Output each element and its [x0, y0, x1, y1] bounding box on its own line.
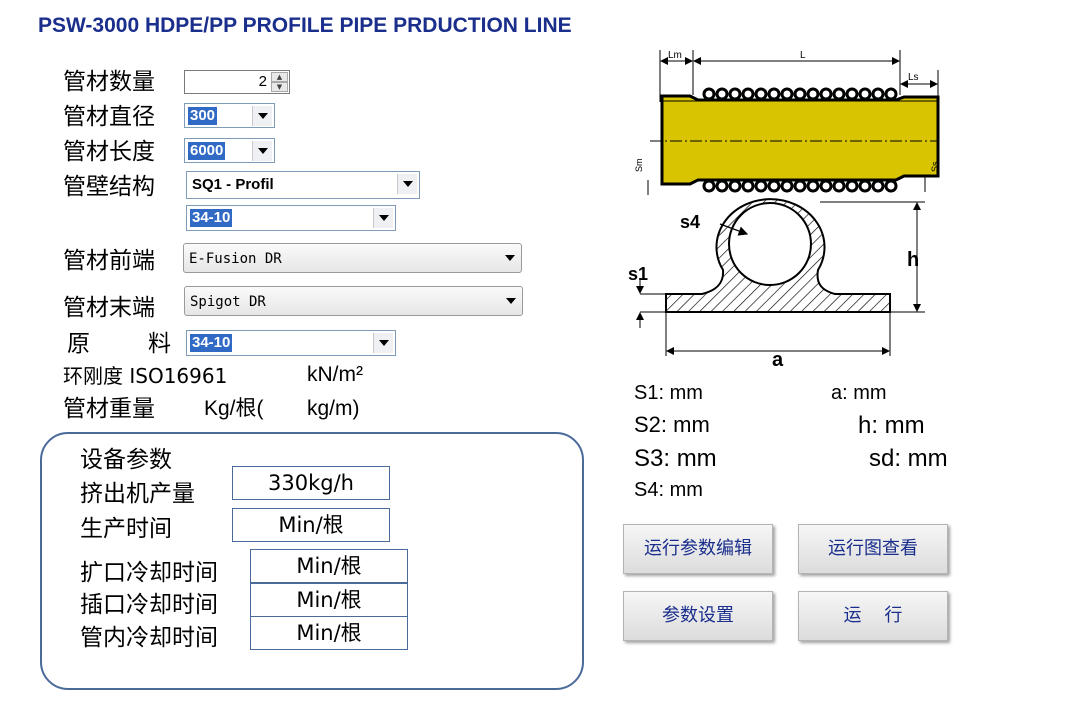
- length-value: 6000: [188, 142, 226, 160]
- qty-stepper[interactable]: 2 ▲ ▼: [184, 70, 290, 94]
- pipe-profile-diagram: Lm L Ls Sm Ss s4 h s1 a: [628, 50, 940, 370]
- material-select[interactable]: 34-10: [186, 330, 396, 356]
- qty-label: 管材数量: [63, 69, 155, 95]
- chevron-down-icon[interactable]: [252, 141, 272, 161]
- dim-ls: Ls: [908, 72, 919, 83]
- param-s4: S4: mm: [634, 479, 703, 501]
- dim-a: a: [772, 349, 784, 370]
- run-button[interactable]: 运 行: [798, 591, 948, 641]
- dim-sm: Sm: [634, 159, 644, 173]
- edit-run-params-button[interactable]: 运行参数编辑: [623, 524, 773, 574]
- prod-time-field[interactable]: Min/根: [232, 508, 390, 542]
- dim-lm: Lm: [668, 50, 682, 61]
- flare-cool-label: 扩口冷却时间: [80, 560, 218, 586]
- chevron-down-icon[interactable]: [252, 106, 272, 126]
- output-field[interactable]: 330kg/h: [232, 466, 390, 500]
- stepper-up-icon[interactable]: ▲: [271, 72, 288, 82]
- length-label: 管材长度: [63, 139, 155, 165]
- param-settings-button[interactable]: 参数设置: [623, 591, 773, 641]
- output-label: 挤出机产量: [80, 481, 195, 507]
- param-h: h: mm: [858, 412, 925, 439]
- coil-row-bottom: [702, 179, 898, 193]
- equipment-heading: 设备参数: [80, 447, 172, 473]
- material-label-2: 料: [148, 331, 171, 357]
- profile-hole: [728, 202, 812, 286]
- wall-sub-select[interactable]: 34-10: [186, 205, 396, 231]
- flare-cool-field[interactable]: Min/根: [250, 549, 408, 583]
- param-sd: sd: mm: [869, 445, 948, 472]
- length-select[interactable]: 6000: [184, 138, 275, 163]
- prod-time-label: 生产时间: [80, 516, 172, 542]
- pipe-body: [660, 94, 940, 186]
- dim-l: L: [800, 50, 806, 61]
- param-s2: S2: mm: [634, 412, 710, 437]
- diameter-value: 300: [188, 107, 218, 125]
- diameter-select[interactable]: 300: [184, 103, 275, 128]
- stiffness-unit: kN/m²: [307, 363, 363, 386]
- chevron-down-icon[interactable]: [373, 333, 393, 353]
- weight-unit-per-meter: kg/m): [307, 397, 360, 420]
- stiffness-label: 环刚度 ISO16961: [63, 364, 228, 388]
- spigot-cool-label: 插口冷却时间: [80, 592, 218, 618]
- chevron-down-icon[interactable]: [500, 248, 519, 268]
- chevron-down-icon[interactable]: [501, 291, 520, 311]
- weight-label: 管材重量: [63, 396, 155, 422]
- dim-s1: s1: [628, 264, 648, 284]
- end-value: Spigot DR: [190, 294, 266, 310]
- stepper-down-icon[interactable]: ▼: [271, 82, 288, 92]
- qty-value: 2: [258, 73, 267, 90]
- page-title: PSW-3000 HDPE/PP PROFILE PIPE PRDUCTION …: [38, 14, 572, 37]
- param-a: a: mm: [831, 382, 887, 404]
- front-select[interactable]: E-Fusion DR: [183, 243, 522, 273]
- param-s3: S3: mm: [634, 445, 717, 472]
- wall-label: 管壁结构: [63, 174, 155, 200]
- param-s1: S1: mm: [634, 382, 703, 404]
- wall-value: SQ1 - Profil: [192, 176, 274, 193]
- front-label: 管材前端: [63, 248, 155, 274]
- diameter-label: 管材直径: [63, 104, 155, 130]
- dim-s4: s4: [680, 212, 700, 232]
- inner-cool-field[interactable]: Min/根: [250, 616, 408, 650]
- wall-select[interactable]: SQ1 - Profil: [186, 171, 420, 199]
- end-label: 管材末端: [63, 295, 155, 321]
- material-label-1: 原: [67, 331, 90, 357]
- chevron-down-icon[interactable]: [373, 208, 393, 228]
- chevron-down-icon[interactable]: [397, 174, 417, 194]
- dim-ss: Ss: [930, 161, 940, 172]
- inner-cool-label: 管内冷却时间: [80, 625, 218, 651]
- weight-unit-per-pipe: Kg/根(: [204, 397, 264, 420]
- dim-h: h: [907, 249, 919, 271]
- coil-row-top: [702, 87, 898, 101]
- front-value: E-Fusion DR: [189, 251, 282, 267]
- wall-sub-value: 34-10: [190, 209, 233, 227]
- spigot-cool-field[interactable]: Min/根: [250, 583, 408, 617]
- end-select[interactable]: Spigot DR: [184, 286, 523, 316]
- view-run-chart-button[interactable]: 运行图查看: [798, 524, 948, 574]
- material-value: 34-10: [190, 334, 233, 352]
